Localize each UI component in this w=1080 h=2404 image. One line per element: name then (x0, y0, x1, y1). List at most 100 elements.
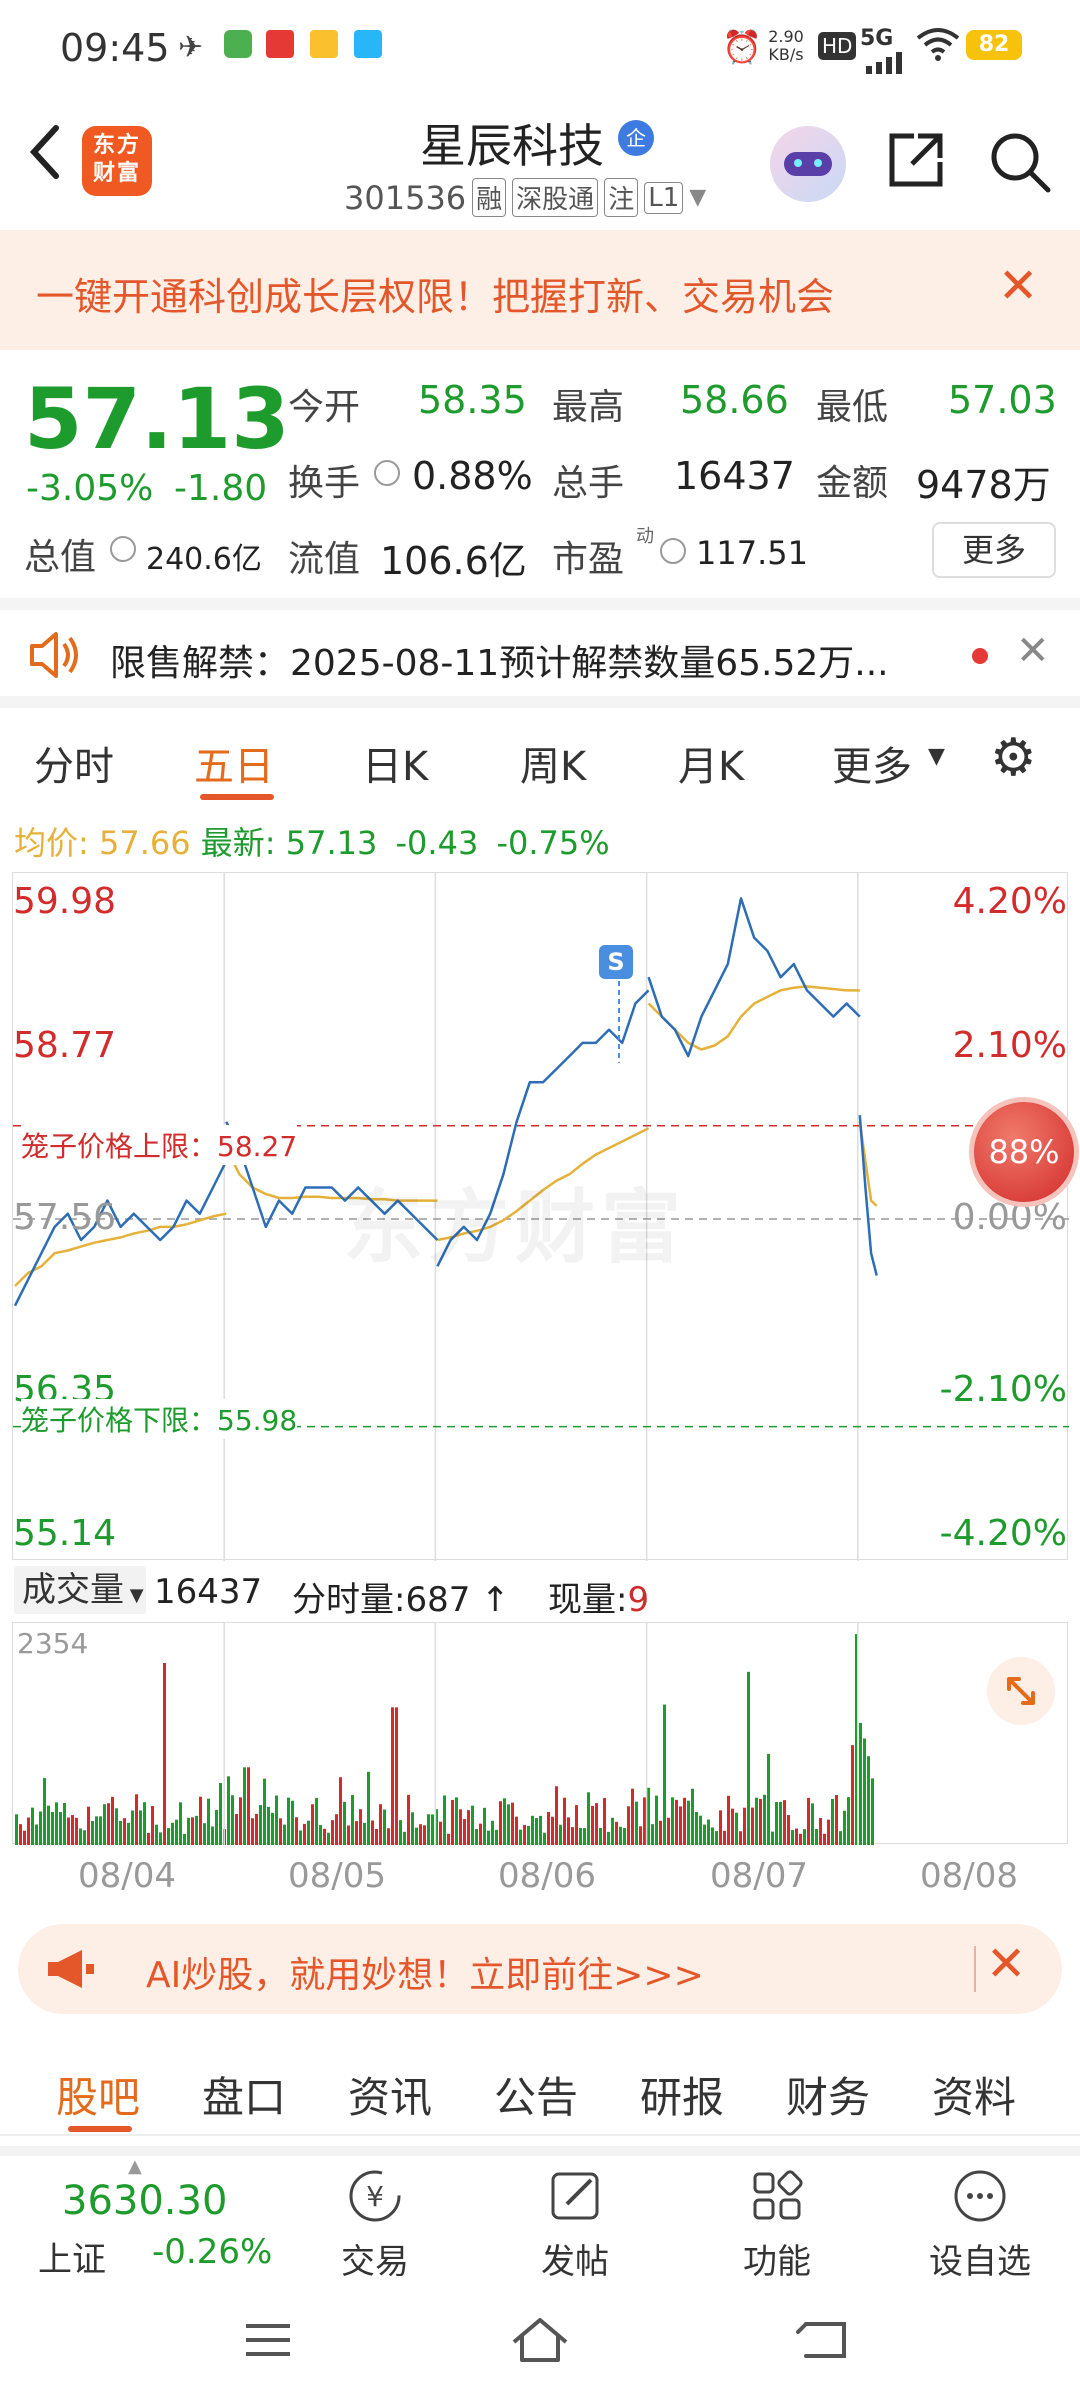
avg-value: 57.66 (98, 824, 191, 862)
post-button[interactable]: 发帖 (530, 2164, 620, 2283)
volume-bar (587, 1792, 590, 1845)
price-series (858, 1115, 878, 1276)
more-button[interactable]: 更多 (932, 522, 1056, 578)
volume-bar (699, 1815, 702, 1845)
close-icon[interactable]: ✕ (998, 258, 1038, 314)
info-icon[interactable] (660, 538, 686, 564)
index-value[interactable]: 3630.30 (62, 2178, 227, 2224)
robot-avatar-icon[interactable] (770, 126, 846, 202)
content-tabs: 股吧 盘口 资讯 公告 研报 财务 资料 (0, 2040, 1080, 2136)
volume-bar (59, 1812, 62, 1845)
tag-margin: 融 (472, 178, 507, 217)
volume-bar (419, 1824, 422, 1845)
volume-bar (767, 1753, 770, 1845)
tab-research[interactable]: 研报 (640, 2064, 724, 2125)
add-watchlist-button[interactable]: 设自选 (920, 2164, 1040, 2283)
volume-bar (255, 1813, 258, 1845)
stock-header: 东方财富 星辰科技 企 301536 融 深股通 注 L1 ▼ (0, 96, 1080, 230)
notice-text[interactable]: 限售解禁：2025-08-11预计解禁数量65.52万... (110, 634, 889, 686)
tab-more[interactable]: 更多 (832, 734, 912, 792)
index-change[interactable]: -0.26% (152, 2232, 272, 2272)
signal-marker[interactable]: S (599, 945, 633, 979)
search-icon[interactable] (988, 130, 1052, 194)
tab-finance[interactable]: 财务 (786, 2064, 870, 2125)
settings-gear-icon[interactable]: ⚙ (990, 732, 1037, 784)
volume-bar (467, 1810, 470, 1845)
ai-banner[interactable]: AI炒股，就用妙想！立即前往>>> ✕ (18, 1924, 1062, 2014)
price-chart[interactable]: 东方财富 59.98 58.77 57.56 56.35 55.14 4.20%… (12, 872, 1079, 1561)
progress-bubble[interactable]: 88% (969, 1097, 1079, 1207)
promo-banner[interactable]: 一键开通科创成长层权限！把握打新、交易机会 ✕ (0, 230, 1080, 350)
volume-selector[interactable]: 成交量 ▼ (14, 1566, 146, 1614)
close-icon[interactable]: ✕ (1016, 628, 1050, 674)
unlock-notice[interactable]: 限售解禁：2025-08-11预计解禁数量65.52万... ✕ (0, 598, 1080, 708)
high-label: 最高 (552, 387, 625, 428)
volume-bar (603, 1797, 606, 1845)
volume-bar (143, 1802, 146, 1845)
home-icon[interactable] (508, 2312, 572, 2368)
volume-bar (823, 1833, 826, 1845)
volume-bar (195, 1815, 198, 1845)
mcap-value: 240.6亿 (146, 542, 262, 577)
ai-banner-text[interactable]: AI炒股，就用妙想！立即前往>>> (146, 1946, 704, 1998)
open-label: 今开 (288, 387, 361, 428)
dropdown-icon[interactable]: ▼ (928, 744, 945, 769)
volume-chart[interactable]: 2354 (12, 1622, 1069, 1845)
share-icon[interactable] (884, 128, 948, 192)
tab-profile[interactable]: 资料 (932, 2064, 1016, 2125)
tab-order-book[interactable]: 盘口 (202, 2064, 286, 2125)
promo-text[interactable]: 一键开通科创成长层权限！把握打新、交易机会 (36, 266, 834, 321)
tab-monthly-k[interactable]: 月K (678, 734, 744, 792)
volume-bar (163, 1662, 166, 1845)
volume-bar (355, 1821, 358, 1845)
volume-bar (79, 1828, 82, 1845)
back-icon[interactable] (22, 122, 66, 182)
dropdown-icon[interactable]: ▼ (689, 185, 706, 210)
app-logo[interactable]: 东方财富 (82, 126, 152, 196)
functions-button[interactable]: 功能 (732, 2164, 822, 2283)
volume-bar (67, 1817, 70, 1845)
volume-bar (303, 1823, 306, 1845)
volume-chart-svg[interactable] (13, 1623, 1069, 1845)
volume-bar (463, 1819, 466, 1845)
volume-bar (791, 1830, 794, 1845)
volume-bar (483, 1807, 486, 1845)
volume-bar (583, 1828, 586, 1845)
expand-icon[interactable] (987, 1657, 1055, 1725)
back-nav-icon[interactable] (794, 2316, 850, 2364)
volume-bar (859, 1722, 862, 1845)
volume-bar (619, 1826, 622, 1845)
menu-icon[interactable] (244, 2320, 292, 2360)
float-label: 流值 (288, 539, 361, 580)
tab-weekly-k[interactable]: 周K (520, 734, 586, 792)
tab-daily-k[interactable]: 日K (362, 734, 428, 792)
volume-bar (347, 1825, 350, 1845)
volume-bar (803, 1829, 806, 1845)
close-icon[interactable]: ✕ (986, 1936, 1026, 1992)
tab-announcements[interactable]: 公告 (494, 2064, 578, 2125)
volume-bar (779, 1801, 782, 1845)
latest-change-pct: -0.75% (496, 824, 610, 862)
volume-bar (351, 1795, 354, 1845)
trade-button[interactable]: ¥ 交易 (330, 2164, 420, 2283)
info-icon[interactable] (374, 460, 400, 486)
index-name[interactable]: 上证 (38, 2232, 106, 2281)
tab-intraday[interactable]: 分时 (34, 734, 114, 792)
tab-five-day[interactable]: 五日 (194, 734, 274, 792)
volume-bar (543, 1832, 546, 1845)
volume-bar (375, 1828, 378, 1845)
app-notification-icon (354, 30, 382, 58)
volume-bar (279, 1818, 282, 1845)
tab-stock-bar[interactable]: 股吧 (56, 2064, 140, 2125)
tab-news[interactable]: 资讯 (348, 2064, 432, 2125)
volume-bar (563, 1797, 566, 1845)
volume-bar (339, 1777, 342, 1845)
amount-label: 金额 (816, 463, 889, 504)
volume-bar (827, 1819, 830, 1845)
volume-bar (311, 1804, 314, 1845)
bottom-toolbar: ▲ 3630.30 上证 -0.26% ¥ 交易 发帖 功能 设自选 (0, 2146, 1080, 2282)
now-volume: 现量:9 (548, 1580, 650, 1620)
volume-bar (319, 1824, 322, 1845)
info-icon[interactable] (110, 536, 136, 562)
volume-bar (439, 1821, 442, 1845)
